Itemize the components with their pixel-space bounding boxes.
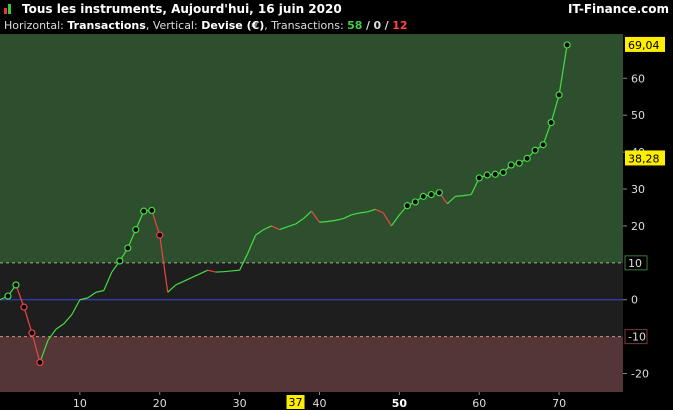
equity-point[interactable]	[156, 231, 164, 239]
equity-point[interactable]	[403, 202, 411, 210]
y-tick-label: 0	[631, 294, 638, 307]
equity-point[interactable]	[20, 303, 28, 311]
max-value-label: 38,28	[628, 152, 660, 165]
equity-point[interactable]	[507, 161, 515, 169]
equity-point[interactable]	[132, 226, 140, 234]
last-value-label: 69,04	[628, 39, 660, 52]
x-tick-label: 60	[472, 397, 486, 410]
x-tick-label: 50	[392, 397, 408, 410]
equity-point[interactable]	[435, 189, 443, 197]
equity-point[interactable]	[12, 281, 20, 289]
equity-point[interactable]	[515, 159, 523, 167]
y-tick-label: 50	[631, 109, 645, 122]
y-tick-label: 20	[631, 220, 645, 233]
equity-segment	[231, 269, 240, 272]
equity-chart[interactable]: -200203040506010-1069,0438,2810203040506…	[0, 0, 673, 410]
equity-segment	[455, 195, 464, 197]
x-tick-label: 30	[233, 397, 247, 410]
x-axis-panel	[0, 392, 673, 410]
x-tick-label: 20	[153, 397, 167, 410]
equity-point[interactable]	[539, 141, 547, 149]
equity-point[interactable]	[555, 91, 563, 99]
equity-point[interactable]	[124, 244, 132, 252]
equity-point[interactable]	[523, 154, 531, 162]
x-tick-label: 70	[552, 397, 566, 410]
equity-point[interactable]	[475, 174, 483, 182]
x-cursor-label: 37	[289, 396, 303, 409]
profit-threshold-label: 10	[628, 257, 642, 270]
loss-threshold-label: -10	[628, 331, 646, 344]
y-tick-label: -20	[631, 368, 649, 381]
equity-point[interactable]	[427, 190, 435, 199]
equity-segment	[319, 220, 328, 223]
equity-point[interactable]	[547, 118, 555, 127]
loss-zone	[0, 336, 623, 392]
equity-point[interactable]	[483, 171, 491, 179]
equity-point[interactable]	[419, 192, 427, 200]
equity-point[interactable]	[411, 198, 419, 206]
equity-point[interactable]	[531, 146, 539, 154]
equity-point[interactable]	[116, 257, 124, 265]
profit-zone	[0, 34, 623, 263]
equity-point[interactable]	[28, 329, 36, 337]
equity-point[interactable]	[36, 358, 44, 367]
y-tick-label: 60	[631, 72, 645, 85]
x-tick-label: 10	[73, 397, 87, 410]
y-tick-label: 30	[631, 183, 645, 196]
equity-point[interactable]	[140, 207, 148, 215]
equity-segment	[223, 270, 232, 273]
equity-point[interactable]	[499, 168, 507, 177]
equity-point[interactable]	[148, 206, 156, 215]
equity-point[interactable]	[4, 292, 12, 300]
equity-point[interactable]	[491, 170, 499, 178]
chart-window: Tous les instruments, Aujourd'hui, 16 ju…	[0, 0, 673, 410]
x-tick-label: 40	[312, 397, 326, 410]
equity-point[interactable]	[563, 41, 571, 49]
